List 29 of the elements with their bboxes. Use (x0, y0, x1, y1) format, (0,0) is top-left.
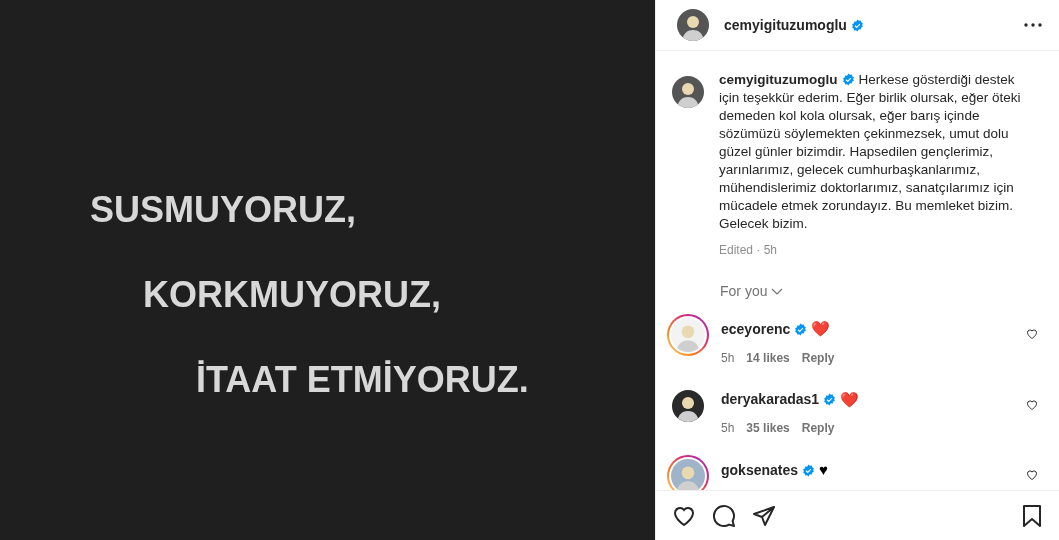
heart-icon[interactable] (1026, 469, 1038, 481)
comment-text: ❤ (840, 389, 860, 410)
reply-link[interactable]: Reply (801, 419, 835, 437)
username[interactable]: cemyigituzumoglu (724, 14, 847, 36)
chevron-down-icon[interactable] (771, 287, 784, 296)
image-text: KORKMUYORUZ, (143, 275, 442, 315)
like-count[interactable]: 35 likes (746, 419, 790, 437)
username[interactable]: goksenates (721, 459, 799, 481)
bookmark-icon[interactable] (1021, 503, 1043, 528)
comment-text: ♥ (819, 460, 828, 480)
username[interactable]: eceyorenc (721, 318, 791, 340)
username[interactable]: deryakaradas1 (721, 389, 820, 411)
comment-text: ❤ (811, 319, 831, 339)
comment-icon[interactable] (712, 503, 736, 528)
heart-icon[interactable] (1026, 328, 1038, 340)
more-options-icon[interactable] (1023, 23, 1043, 27)
send-icon[interactable] (752, 503, 776, 528)
story-ring[interactable] (667, 314, 709, 356)
post-meta: Edited · 5h (719, 242, 779, 259)
story-ring[interactable] (667, 455, 709, 490)
like-count[interactable]: 14 likes (746, 348, 790, 367)
reply-link[interactable]: Reply (801, 348, 835, 367)
comment-time: 5h (721, 349, 735, 367)
sort-dropdown[interactable]: For you (720, 281, 768, 302)
image-text: SUSMUYORUZ, (90, 190, 357, 230)
heart-icon[interactable] (1026, 398, 1038, 411)
caption-text: cemyigituzumoglu Herkese gösterdiği destek için teşekkür ederim. Eğer birlik olursak, eğer öteki demeden kol kola olursak, eğer barış içinde sözümüzü söylemekten çekinmezsek, umut dolu güzel günler bizimdir. Hapsedilen gençlerimiz, yarınlarımız, gelecek cumhurbaşkanlarımız, mühendislerimiz doktorlarımız, sanatçılarımız için mücadele etmek zorundayız. Bu memleket bizim. Gelecek bizim. (719, 71, 1022, 233)
comment-time: 5h (721, 420, 735, 437)
image-text: İTAAT ETMİYORUZ. (196, 360, 530, 400)
